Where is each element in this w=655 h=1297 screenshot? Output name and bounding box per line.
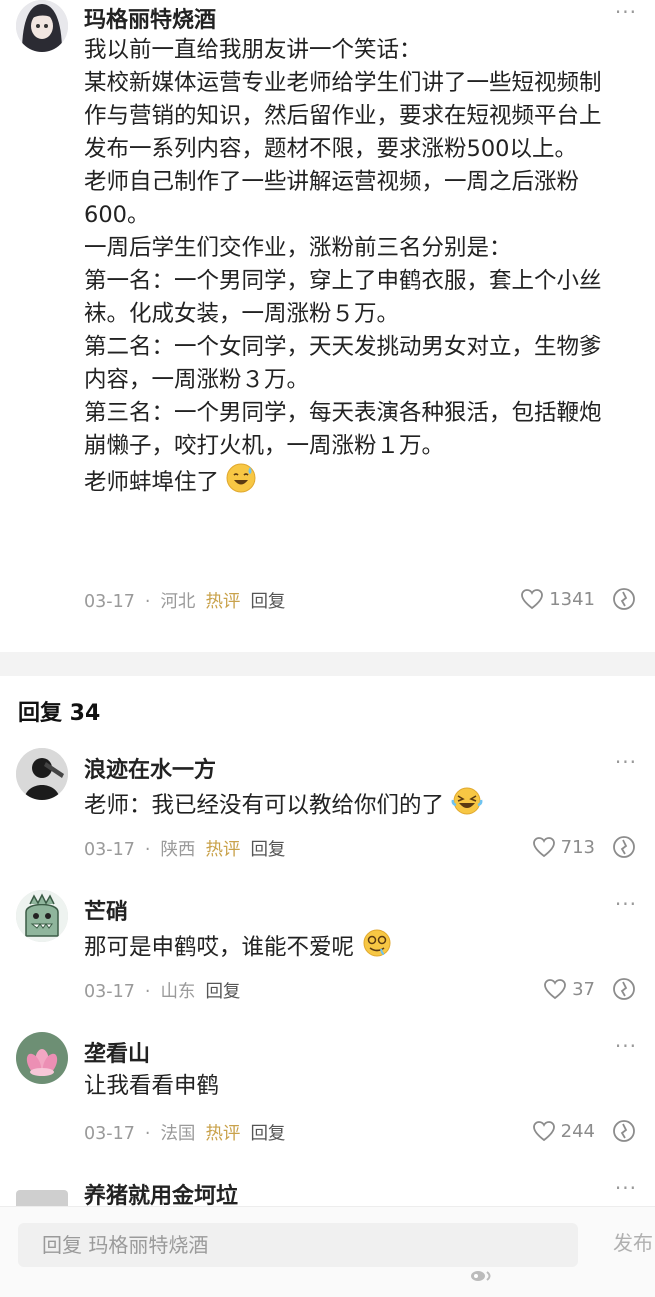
meta-separator: · bbox=[144, 592, 151, 612]
like-count: 713 bbox=[560, 836, 595, 858]
reply-comment: 垄看山 ··· 让我看看申鹤 03-17 · 法国 热评 回复 244 bbox=[0, 1032, 655, 1152]
reply-date: 03-17 bbox=[84, 840, 135, 860]
reply-input[interactable]: 回复 玛格丽特烧酒 bbox=[18, 1223, 578, 1267]
comment-location: 河北 bbox=[160, 592, 196, 612]
like-button[interactable]: 37 bbox=[543, 978, 595, 1000]
comment-line: 袜。化成女装，一周涨粉５万。 bbox=[84, 301, 400, 327]
more-options-icon[interactable]: ··· bbox=[615, 892, 637, 916]
more-options-icon[interactable]: ··· bbox=[615, 750, 637, 774]
reply-composer-bar: 回复 玛格丽特烧酒 发布 bbox=[0, 1206, 655, 1297]
dislike-button[interactable] bbox=[611, 1118, 637, 1148]
reply-meta: 03-17 · 法国 热评 回复 bbox=[84, 1120, 295, 1145]
hot-comment-badge: 热评 bbox=[205, 592, 241, 612]
meta-separator: · bbox=[144, 982, 151, 1002]
comment-line: 第三名：一个男同学，每天表演各种狠活，包括鞭炮 bbox=[84, 400, 602, 426]
like-button[interactable]: 713 bbox=[532, 836, 595, 858]
reply-text-content: 那可是申鹤哎，谁能不爱呢 bbox=[84, 934, 355, 961]
rolling-laugh-emoji bbox=[451, 786, 483, 826]
reply-text-content: 让我看看申鹤 bbox=[84, 1073, 220, 1099]
heart-icon bbox=[544, 979, 566, 1000]
dislike-button[interactable] bbox=[611, 586, 637, 616]
avatar[interactable] bbox=[16, 0, 68, 52]
reply-text-content: 老师：我已经没有可以教给你们的了 bbox=[84, 792, 445, 819]
meta-separator: · bbox=[144, 840, 151, 860]
like-count: 37 bbox=[572, 978, 595, 1000]
username[interactable]: 垄看山 bbox=[84, 1036, 150, 1068]
more-options-icon[interactable]: ··· bbox=[615, 1034, 637, 1058]
like-button[interactable]: 244 bbox=[532, 1120, 595, 1142]
meta-separator: · bbox=[144, 1124, 151, 1144]
heart-icon bbox=[521, 589, 544, 610]
reply-text: 老师：我已经没有可以教给你们的了 bbox=[84, 786, 483, 826]
comment-line: 第二名：一个女同学，天天发挑动男女对立，生物爹 bbox=[84, 334, 602, 360]
avatar[interactable] bbox=[16, 1032, 68, 1084]
comment-line: 内容，一周涨粉３万。 bbox=[84, 367, 310, 393]
hot-comment-badge: 热评 bbox=[205, 1124, 241, 1144]
broken-heart-icon bbox=[613, 836, 635, 858]
broken-heart-icon bbox=[613, 978, 635, 1000]
reply-button[interactable]: 回复 bbox=[250, 592, 285, 612]
sweat-smile-emoji bbox=[226, 463, 256, 503]
reply-location: 陕西 bbox=[160, 840, 196, 860]
reply-location: 山东 bbox=[160, 982, 196, 1002]
comment-line: 我以前一直给我朋友讲一个笑话： bbox=[84, 37, 422, 63]
username[interactable]: 玛格丽特烧酒 bbox=[84, 2, 216, 34]
comment-line: 老师自己制作了一些讲解运营视频，一周之后涨粉 bbox=[84, 169, 580, 195]
comment-line: 第一名：一个男同学，穿上了申鹤衣服，套上个小丝 bbox=[84, 268, 602, 294]
heart-icon bbox=[532, 1121, 555, 1142]
reply-button[interactable]: 回复 bbox=[250, 1124, 285, 1144]
comment-date: 03-17 bbox=[84, 592, 135, 612]
dislike-button[interactable] bbox=[611, 834, 637, 864]
section-divider bbox=[0, 652, 655, 676]
like-count: 244 bbox=[560, 1120, 595, 1142]
reply-comment: 浪迹在水一方 ··· 老师：我已经没有可以教给你们的了 03-17 · 陕西 热评 回复… bbox=[0, 748, 655, 868]
comment-line: 崩懒子，咬打火机，一周涨粉１万。 bbox=[84, 433, 445, 459]
reply-button[interactable]: 回复 bbox=[250, 840, 285, 860]
hot-comment-badge: 热评 bbox=[205, 840, 241, 860]
comment-line: 作与营销的知识，然后留作业，要求在短视频平台上 bbox=[84, 103, 602, 129]
broken-heart-icon bbox=[613, 1120, 635, 1142]
username[interactable]: 芒硝 bbox=[84, 894, 128, 926]
send-button[interactable]: 发布 bbox=[613, 1227, 653, 1256]
reply-comment: 养猪就用金坷垃 ··· bbox=[0, 1174, 655, 1206]
like-count: 1341 bbox=[549, 588, 595, 610]
username[interactable]: 浪迹在水一方 bbox=[84, 752, 216, 784]
drooling-emoji bbox=[361, 928, 393, 968]
avatar[interactable] bbox=[16, 748, 68, 800]
comment-meta: 03-17 · 河北 热评 回复 bbox=[84, 588, 295, 613]
reply-comment: 芒硝 ··· 那可是申鹤哎，谁能不爱呢 03-17 · 山东 回复 37 bbox=[0, 890, 655, 1010]
avatar[interactable] bbox=[16, 890, 68, 942]
more-options-icon[interactable]: ··· bbox=[615, 0, 637, 24]
comment-line: 某校新媒体运营专业老师给学生们讲了一些短视频制 bbox=[84, 70, 602, 96]
more-options-icon[interactable]: ··· bbox=[615, 1176, 637, 1200]
comment-line: 老师蚌埠住了 bbox=[84, 463, 602, 503]
comment-text: 我以前一直给我朋友讲一个笑话： 某校新媒体运营专业老师给学生们讲了一些短视频制 … bbox=[84, 34, 602, 503]
broken-heart-icon bbox=[613, 588, 635, 610]
comment-line-text: 老师蚌埠住了 bbox=[84, 469, 220, 496]
reply-meta: 03-17 · 陕西 热评 回复 bbox=[84, 836, 295, 861]
comment-line: 发布一系列内容，题材不限，要求涨粉500以上。 bbox=[84, 136, 577, 162]
username[interactable]: 养猪就用金坷垃 bbox=[84, 1178, 238, 1206]
reply-text: 让我看看申鹤 bbox=[84, 1070, 219, 1103]
replies-count-header: 回复 34 bbox=[18, 701, 101, 726]
comment-line: 一周后学生们交作业，涨粉前三名分别是： bbox=[84, 235, 512, 261]
like-button[interactable]: 1341 bbox=[520, 588, 595, 610]
reply-text: 那可是申鹤哎，谁能不爱呢 bbox=[84, 928, 393, 968]
reply-button[interactable]: 回复 bbox=[205, 982, 240, 1002]
reply-location: 法国 bbox=[160, 1124, 196, 1144]
reply-date: 03-17 bbox=[84, 982, 135, 1002]
main-comment: 玛格丽特烧酒 ··· 我以前一直给我朋友讲一个笑话： 某校新媒体运营专业老师给学… bbox=[0, 0, 655, 640]
heart-icon bbox=[532, 837, 555, 858]
dislike-button[interactable] bbox=[611, 976, 637, 1006]
reply-date: 03-17 bbox=[84, 1124, 135, 1144]
reply-meta: 03-17 · 山东 回复 bbox=[84, 978, 250, 1003]
comment-line: 600。 bbox=[84, 202, 150, 228]
avatar[interactable] bbox=[16, 1190, 68, 1206]
watermark-icon bbox=[470, 1269, 498, 1287]
